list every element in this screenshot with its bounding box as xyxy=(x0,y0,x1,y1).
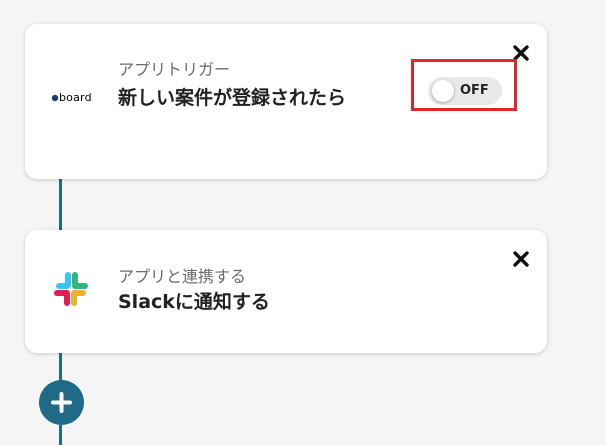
flow-connector-top xyxy=(59,179,62,230)
slack-icon xyxy=(52,270,90,308)
action-subtitle: アプリと連携する xyxy=(118,267,247,286)
board-app-logo: board xyxy=(51,89,101,104)
board-logo-text: board xyxy=(59,91,92,104)
add-step-button[interactable] xyxy=(39,380,84,425)
action-title: Slackに通知する xyxy=(118,291,270,313)
trigger-card[interactable]: board アプリトリガー 新しい案件が登録されたら OFF xyxy=(25,24,547,179)
trigger-subtitle: アプリトリガー xyxy=(118,60,231,79)
flow-connector-bottom xyxy=(59,353,62,380)
trigger-title: 新しい案件が登録されたら xyxy=(118,87,347,109)
close-icon[interactable] xyxy=(512,250,530,268)
flow-connector-tail xyxy=(59,425,62,445)
action-card[interactable]: アプリと連携する Slackに通知する xyxy=(25,230,547,353)
plus-icon xyxy=(51,392,72,413)
highlight-box xyxy=(411,59,517,111)
